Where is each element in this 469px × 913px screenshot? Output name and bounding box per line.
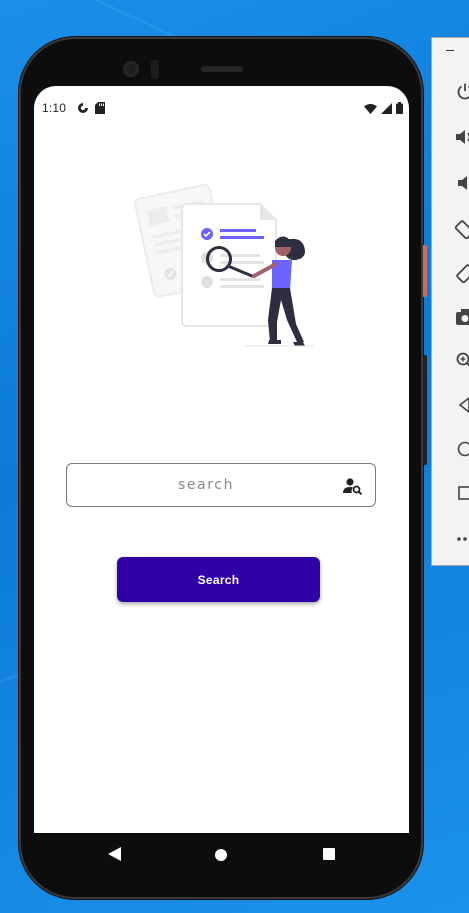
front-camera <box>123 61 139 77</box>
signal-icon <box>381 101 392 119</box>
minimize-icon[interactable] <box>446 50 454 51</box>
volume-down-icon[interactable] <box>452 170 469 196</box>
recents-icon[interactable] <box>323 848 335 860</box>
search-illustration <box>134 176 324 366</box>
data-saver-icon <box>77 101 89 119</box>
home-icon[interactable] <box>452 436 469 462</box>
battery-icon <box>396 101 403 119</box>
overview-icon[interactable] <box>452 480 469 506</box>
status-time: 1:10 <box>42 101 67 115</box>
phone-frame: 1:10 search Search <box>19 37 427 899</box>
volume-rocker[interactable] <box>423 355 427 465</box>
back-icon[interactable] <box>452 392 469 418</box>
wifi-icon <box>364 101 377 119</box>
status-bar: 1:10 <box>34 86 409 130</box>
navigation-bar <box>34 833 409 876</box>
search-field[interactable] <box>66 463 376 507</box>
search-button[interactable]: Search <box>117 557 320 602</box>
proximity-sensor <box>151 59 159 79</box>
emulator-toolbar-titlebar <box>432 38 469 66</box>
power-icon[interactable] <box>452 78 469 104</box>
zoom-icon[interactable] <box>452 348 469 374</box>
person-search-icon[interactable] <box>343 477 363 500</box>
emulator-toolbar <box>431 37 469 566</box>
volume-up-icon[interactable] <box>452 124 469 150</box>
power-key[interactable] <box>423 245 427 297</box>
camera-icon[interactable] <box>452 304 469 330</box>
sd-card-icon <box>95 101 105 119</box>
back-icon[interactable] <box>108 847 122 866</box>
home-icon[interactable] <box>215 849 227 861</box>
rotate-left-icon[interactable] <box>452 216 469 242</box>
earpiece-speaker <box>201 66 243 72</box>
rotate-right-icon[interactable] <box>452 260 469 286</box>
app-screen: 1:10 search Search <box>34 86 409 833</box>
search-input[interactable] <box>67 464 375 506</box>
more-icon[interactable] <box>452 526 469 552</box>
